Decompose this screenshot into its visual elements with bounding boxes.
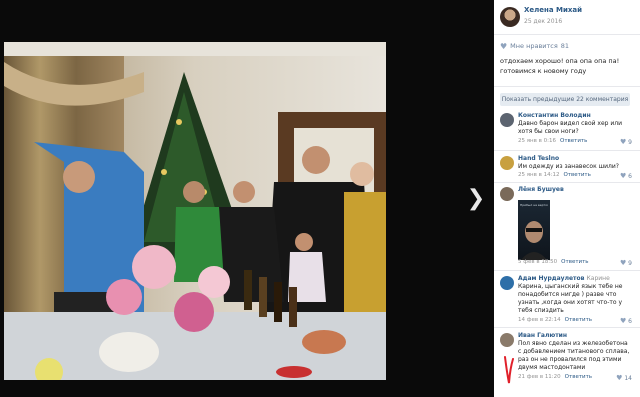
comment-like-button[interactable]: ♥ 6 — [620, 172, 632, 180]
post-text-line1: отдохаем хорошо! опа опа опа па! — [500, 57, 620, 65]
comment-author[interactable]: Константин Володин — [518, 112, 591, 119]
reply-to[interactable]: Карине — [587, 275, 610, 282]
comment-author[interactable]: Иван Галютин — [518, 332, 567, 339]
comment-text: Им одежду из занавесок шили? — [518, 163, 619, 170]
divider — [494, 270, 640, 271]
comment-meta: 25 янв в 14:12 Ответить — [518, 172, 591, 178]
heart-icon: ♥ — [619, 138, 627, 146]
comment-like-count: 9 — [628, 139, 632, 146]
comment-like-button[interactable]: ♥ 9 — [620, 138, 632, 146]
divider — [494, 182, 640, 183]
post-text-line2: готовимся к новому году — [500, 67, 587, 75]
comment-author-name[interactable]: Адам Нурдаулетов — [518, 275, 584, 282]
comment-author: Адам Нурдаулетов Карине — [518, 275, 610, 282]
comment-text: Карина, цыганский язык тебе не понадобит… — [518, 283, 623, 314]
comment-meta: 14 фев в 22:14 Ответить — [518, 317, 592, 323]
avatar[interactable] — [500, 276, 514, 290]
comment-meta: 21 фев в 11:20 Ответить — [518, 374, 592, 380]
heart-icon: ♥ — [616, 374, 623, 382]
comment-like-count: 9 — [628, 260, 632, 267]
photo-image — [4, 42, 386, 380]
comment-image-photo — [521, 221, 547, 260]
comment-date[interactable]: 21 фев в 11:20 — [518, 374, 561, 380]
post-date[interactable]: 25 дек 2016 — [524, 18, 562, 25]
comment-item: Константин Володин Давно барон видел сво… — [500, 112, 634, 150]
comment-image-caption: Прибыл на вертолет — [520, 203, 548, 207]
comment-author[interactable]: Hand Teslno — [518, 155, 559, 162]
reply-link[interactable]: Ответить — [565, 374, 592, 380]
post-author: Хелена Михай 25 дек 2016 — [500, 6, 634, 30]
comment-meta: 5 фев в 18:50 Ответить — [518, 259, 589, 265]
comment-item: Лёня Бушуев Прибыл на вертолет 5 фев в 1… — [500, 186, 634, 270]
avatar[interactable] — [500, 156, 514, 170]
comment-text: Давно барон видел свой хер или хотя бы с… — [518, 120, 623, 135]
heart-icon: ♥ — [619, 317, 627, 325]
photo[interactable] — [4, 42, 386, 380]
comment-item: Иван Галютин Пол явно сделан из железобе… — [500, 332, 634, 390]
post-text: отдохаем хорошо! опа опа опа па! готовим… — [500, 56, 634, 76]
photo-area: ❯ — [0, 0, 492, 397]
like-button[interactable]: ♥ Мне нравится 81 — [500, 40, 569, 52]
avatar[interactable] — [500, 7, 520, 27]
reply-link[interactable]: Ответить — [560, 138, 587, 144]
comment-image[interactable]: Прибыл на вертолет — [518, 200, 550, 260]
comment-item: Адам Нурдаулетов Карине Карина, цыгански… — [500, 275, 634, 325]
photo-side-panel: Хелена Михай 25 дек 2016 ♥ Мне нравится … — [494, 0, 640, 397]
heart-icon: ♥ — [619, 172, 627, 180]
red-checkmark-annotation — [504, 356, 514, 384]
comment-like-button[interactable]: ♥ 6 — [620, 317, 632, 325]
heart-icon: ♥ — [500, 41, 508, 51]
comment-like-button[interactable]: ♥ 9 — [620, 259, 632, 267]
reply-link[interactable]: Ответить — [565, 317, 592, 323]
comment-meta: 25 янв в 0:16 Ответить — [518, 138, 587, 144]
reply-link[interactable]: Ответить — [563, 172, 590, 178]
heart-icon: ♥ — [619, 259, 627, 267]
like-label: Мне нравится — [510, 42, 558, 50]
comment-date[interactable]: 25 янв в 14:12 — [518, 172, 559, 178]
divider — [494, 327, 640, 328]
comment-text: Пол явно сделан из железобетона с добавл… — [518, 340, 630, 371]
author-name[interactable]: Хелена Михай — [524, 6, 582, 14]
comment-like-button[interactable]: ♥ 14 — [616, 374, 632, 382]
divider — [494, 86, 640, 87]
comment-like-count: 6 — [628, 318, 632, 325]
avatar[interactable] — [500, 333, 514, 347]
comment-like-count: 14 — [624, 375, 632, 382]
comment-author[interactable]: Лёня Бушуев — [518, 186, 564, 193]
avatar[interactable] — [500, 113, 514, 127]
comment-like-count: 6 — [628, 173, 632, 180]
comment-date[interactable]: 14 фев в 22:14 — [518, 317, 561, 323]
divider — [494, 34, 640, 35]
avatar[interactable] — [500, 187, 514, 201]
show-previous-comments-button[interactable]: Показать предыдущие 22 комментария — [500, 93, 630, 106]
photo-viewer: ❯ Хелена Михай 25 дек 2016 ♥ Мне нравитс… — [0, 0, 640, 397]
reply-link[interactable]: Ответить — [561, 259, 588, 265]
comment-item: Hand Teslno Им одежду из занавесок шили?… — [500, 155, 634, 183]
like-count: 81 — [560, 42, 570, 50]
comment-date[interactable]: 5 фев в 18:50 — [518, 259, 557, 265]
divider — [494, 150, 640, 151]
chevron-right-icon[interactable]: ❯ — [466, 186, 486, 212]
comment-date[interactable]: 25 янв в 0:16 — [518, 138, 556, 144]
